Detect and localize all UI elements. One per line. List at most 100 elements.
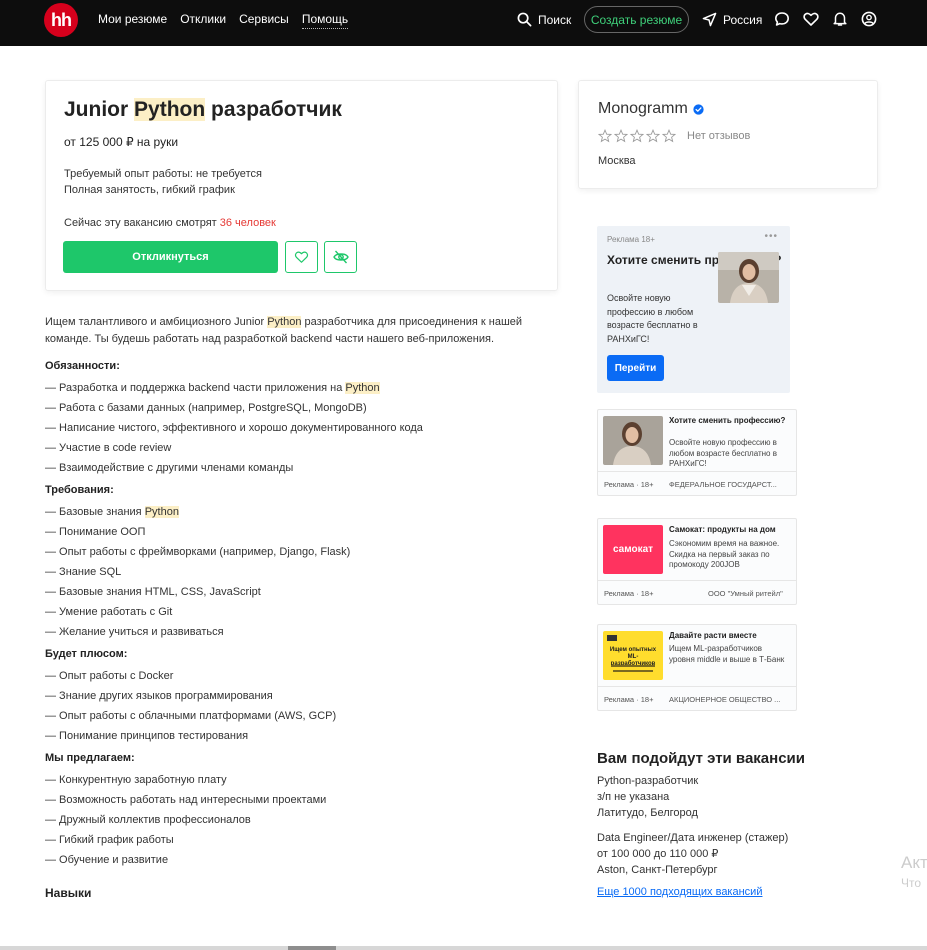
big-ad-block[interactable]: Реклама 18+ ••• Хотите сменить профессию… — [597, 226, 790, 393]
suggestion-item[interactable]: Python-разработчик з/п не указана Латиту… — [597, 773, 897, 821]
viewers-count: 36 человек — [219, 217, 276, 229]
more-vacancies-link[interactable]: Еще 1000 подходящих вакансий — [597, 886, 762, 898]
tbank-logo-icon — [607, 635, 617, 641]
company-name[interactable]: Monogramm — [598, 100, 688, 118]
watermark-line-1: Акт — [901, 853, 927, 872]
list-item: — Базовые знания HTML, CSS, JavaScript — [45, 582, 565, 602]
search-button[interactable]: Поиск — [517, 12, 571, 27]
region-label: Россия — [723, 12, 763, 27]
list-item-hl: Python — [345, 382, 380, 394]
nav-help[interactable]: Помощь — [301, 12, 349, 29]
list-item: — Опыт работы с фреймворками (например, … — [45, 542, 565, 562]
notifications-bell-icon[interactable] — [832, 11, 848, 27]
list-item: — Взаимодействие с другими членами коман… — [45, 458, 565, 478]
ad-label: Реклама 18+ — [607, 235, 655, 244]
vacancy-description: Ищем талантливого и амбициозного Junior … — [45, 314, 565, 900]
small-ad-footer: Реклама · 18+ ФЕДЕРАЛЬНОЕ ГОСУДАРСТ... — [598, 471, 796, 496]
list-item-pre: — Написание чистого, эффективного и хоро… — [45, 422, 423, 434]
nav-responses[interactable]: Отклики — [180, 12, 226, 29]
list-item: — Умение работать с Git — [45, 602, 565, 622]
list-item: — Опыт работы с Docker — [45, 666, 565, 686]
vacancy-card: Junior Python разработчик от 125 000 ₽ н… — [45, 80, 558, 291]
suggestion-salary: з/п не указана — [597, 791, 670, 803]
region-selector[interactable]: Россия — [702, 12, 762, 27]
ad-label: Реклама · 18+ — [604, 695, 654, 704]
company-city: Москва — [598, 155, 636, 167]
list-item: — Базовые знания Python — [45, 502, 565, 522]
small-ad-title: Давайте расти вместе — [669, 631, 757, 640]
star-icon — [630, 129, 644, 143]
company-card: Monogramm Нет отзывов Москва — [578, 80, 878, 189]
viewers-counter: Сейчас эту вакансию смотрят 36 человек — [64, 217, 276, 229]
intro-part-1: Ищем талантливого и амбициозного Junior — [45, 316, 268, 328]
ad-label: Реклама · 18+ — [604, 589, 654, 598]
list-item-pre: — Желание учиться и развиваться — [45, 626, 224, 638]
suggestion-item[interactable]: Data Engineer/Дата инженер (стажер) от 1… — [597, 830, 897, 878]
suggestion-title[interactable]: Python-разработчик — [597, 773, 897, 789]
rating-stars: Нет отзывов — [598, 129, 750, 143]
favorites-heart-icon[interactable] — [803, 11, 819, 27]
small-ad-text: Сэкономим время на важное. Скидка на пер… — [669, 539, 780, 569]
list-item: — Знание SQL — [45, 562, 565, 582]
small-ad-photo — [603, 416, 663, 465]
eye-off-icon — [332, 250, 349, 264]
more-options-icon[interactable]: ••• — [764, 231, 778, 242]
big-ad-photo — [718, 252, 779, 303]
tbank-ad-image: Ищем опытных ML-разработчиков — [603, 631, 663, 680]
location-arrow-icon — [702, 12, 717, 27]
small-ad-footer: Реклама · 18+ АКЦИОНЕРНОЕ ОБЩЕСТВО ... — [598, 686, 796, 711]
star-icon — [646, 129, 660, 143]
list-item-pre: — Взаимодействие с другими членами коман… — [45, 462, 294, 474]
list-item-pre: — Базовые знания — [45, 506, 145, 518]
nav-services[interactable]: Сервисы — [239, 12, 289, 29]
list-item: — Возможность работать над интересными п… — [45, 790, 565, 810]
vacancy-title-post: разработчик — [205, 98, 342, 121]
horizontal-scrollbar[interactable] — [0, 946, 927, 950]
verified-badge-icon — [693, 103, 704, 115]
search-label: Поиск — [538, 12, 572, 27]
list-item: — Знание других языков программирования — [45, 686, 565, 706]
list-item: — Гибкий график работы — [45, 830, 565, 850]
list-item: — Понимание принципов тестирования — [45, 726, 565, 746]
chat-icon[interactable] — [774, 11, 790, 27]
activate-windows-watermark: Акт Что — [901, 853, 927, 893]
company-name-row: Monogramm — [598, 100, 704, 118]
star-icon — [662, 129, 676, 143]
text-line — [611, 665, 655, 667]
list-item-hl: Python — [144, 506, 179, 518]
apply-button[interactable]: Откликнуться — [63, 241, 278, 273]
hide-vacancy-button[interactable] — [324, 241, 357, 273]
list-item-pre: — Дружный коллектив профессионалов — [45, 814, 251, 826]
small-ad-tbank[interactable]: Ищем опытных ML-разработчиков Давайте ра… — [597, 624, 797, 711]
hh-logo[interactable]: hh — [44, 3, 78, 37]
scrollbar-thumb[interactable] — [288, 946, 336, 950]
employment-schedule: Полная занятость, гибкий график — [64, 184, 235, 196]
small-ad-text: Освойте новую профессию в любом возрасте… — [669, 438, 777, 468]
list-item: — Участие в code review — [45, 438, 565, 458]
list-item-pre: — Возможность работать над интересными п… — [45, 794, 327, 806]
vacancy-salary: от 125 000 ₽ на руки — [64, 135, 179, 149]
list-item-pre: — Обучение и развитие — [45, 854, 169, 866]
small-ad-text: Ищем ML-разработчиков уровня middle и вы… — [669, 644, 785, 664]
suggestion-company: Aston, Санкт-Петербург — [597, 864, 718, 876]
no-reviews-label: Нет отзывов — [687, 130, 751, 142]
vacancy-title: Junior Python разработчик — [64, 98, 342, 122]
small-ad-samokat[interactable]: самокат Самокат: продукты на дом Сэконом… — [597, 518, 797, 605]
header-icons — [774, 11, 877, 27]
list-item: — Конкурентную заработную плату — [45, 770, 565, 790]
nav-my-resumes[interactable]: Мои резюме — [98, 12, 167, 29]
profile-icon[interactable] — [861, 11, 877, 27]
suggestion-company: Латитудо, Белгород — [597, 807, 698, 819]
list-item: — Работа с базами данных (например, Post… — [45, 398, 565, 418]
big-ad-go-button[interactable]: Перейти — [607, 355, 664, 381]
list-item-pre: — Опыт работы с фреймворками (например, … — [45, 546, 351, 558]
list-item-pre: — Участие в code review — [45, 442, 172, 454]
small-ad-ranepa[interactable]: Хотите сменить профессию? Освойте новую … — [597, 409, 797, 496]
suggestion-title[interactable]: Data Engineer/Дата инженер (стажер) — [597, 830, 897, 846]
section-title: Требования: — [45, 484, 114, 496]
watermark-line-2: Что — [901, 876, 922, 890]
small-ad-footer: Реклама · 18+ ООО "Умный ритейл" — [598, 580, 796, 605]
create-resume-button[interactable]: Создать резюме — [584, 6, 689, 33]
favorite-button[interactable] — [285, 241, 318, 273]
vacancy-title-highlight: Python — [134, 98, 206, 121]
